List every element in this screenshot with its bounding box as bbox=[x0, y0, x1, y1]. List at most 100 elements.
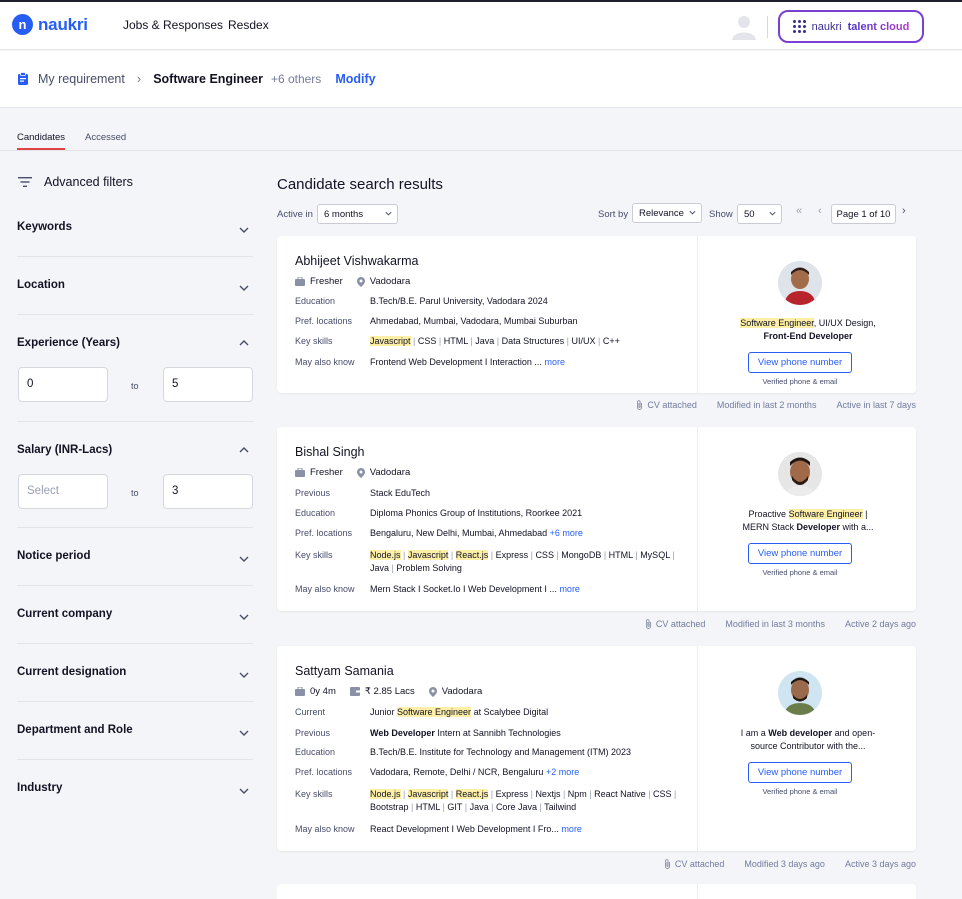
naukri-logo[interactable]: n naukri bbox=[12, 14, 88, 35]
filter-label: Keywords bbox=[17, 221, 72, 233]
candidate-name[interactable]: Bishal Singh bbox=[295, 445, 365, 459]
chevron-up-icon[interactable] bbox=[239, 338, 249, 348]
first-page-icon[interactable]: « bbox=[796, 205, 802, 217]
candidate-card-partial[interactable] bbox=[277, 884, 916, 899]
chevron-up-icon[interactable] bbox=[239, 445, 249, 455]
education-value: B.Tech/B.E. Parul University, Vadodara 2… bbox=[370, 296, 548, 306]
skill-tag: Core Java bbox=[495, 802, 537, 812]
view-phone-button[interactable]: View phone number bbox=[748, 543, 852, 564]
skill-separator: | bbox=[645, 789, 654, 799]
active-in-select[interactable]: 6 months bbox=[317, 204, 398, 224]
view-phone-button[interactable]: View phone number bbox=[748, 352, 852, 373]
modify-button[interactable]: Modify bbox=[335, 72, 375, 86]
filter-experience: Experience (Years) 0 to 5 bbox=[17, 315, 253, 422]
filter-label: Current designation bbox=[17, 666, 127, 678]
user-avatar-icon[interactable] bbox=[731, 14, 757, 40]
skill-tag: Java bbox=[469, 802, 489, 812]
next-page-icon[interactable]: › bbox=[902, 205, 906, 217]
filter-location[interactable]: Location bbox=[17, 257, 253, 315]
active-in-value: 6 months bbox=[324, 209, 364, 220]
nav-jobs-responses[interactable]: Jobs & Responses bbox=[123, 18, 223, 32]
cv-attached-label: CV attached bbox=[655, 619, 706, 629]
tab-accessed[interactable]: Accessed bbox=[85, 132, 126, 148]
filter-icon bbox=[18, 177, 32, 187]
filter-current-company[interactable]: Current company bbox=[17, 586, 253, 644]
chevron-down-icon[interactable] bbox=[239, 786, 249, 796]
talent-cloud-button[interactable]: naukri talent cloud bbox=[778, 10, 924, 43]
salary-min-select[interactable]: Select bbox=[18, 474, 108, 509]
pref-more-link[interactable]: +6 more bbox=[550, 528, 583, 538]
skill-separator: | bbox=[560, 789, 568, 799]
tab-candidates[interactable]: Candidates bbox=[17, 132, 66, 150]
skill-tag: Express bbox=[495, 550, 529, 560]
requirement-icon bbox=[18, 71, 28, 85]
candidate-card[interactable]: Abhijeet Vishwakarma Fresher Vadodara Ed… bbox=[277, 236, 916, 393]
skill-separator: | bbox=[595, 336, 603, 346]
candidate-name[interactable]: Abhijeet Vishwakarma bbox=[295, 254, 418, 268]
skill-tag: HTML bbox=[443, 336, 468, 346]
show-count-select[interactable]: 50 bbox=[737, 204, 782, 224]
filter-industry[interactable]: Industry bbox=[17, 760, 253, 818]
chevron-down-icon[interactable] bbox=[239, 283, 249, 293]
experience-min-input[interactable]: 0 bbox=[18, 367, 108, 402]
my-requirement-link[interactable]: My requirement bbox=[38, 72, 125, 86]
more-link[interactable]: more bbox=[561, 824, 582, 834]
skill-tag: HTML bbox=[415, 802, 441, 812]
chevron-down-icon[interactable] bbox=[239, 728, 249, 738]
experience-max-input[interactable]: 5 bbox=[163, 367, 253, 402]
skill-separator: | bbox=[669, 550, 675, 560]
candidate-photo[interactable] bbox=[778, 671, 822, 715]
skill-tag: Javascript bbox=[407, 789, 449, 799]
advanced-filters-title: Advanced filters bbox=[44, 175, 133, 189]
skill-tag: Express bbox=[495, 789, 529, 799]
view-phone-button[interactable]: View phone number bbox=[748, 762, 852, 783]
candidate-card[interactable]: Bishal Singh Fresher Vadodara Previous St… bbox=[277, 427, 916, 611]
salary-max-input[interactable]: 3 bbox=[163, 474, 253, 509]
nav-resdex[interactable]: Resdex bbox=[228, 18, 269, 32]
chevron-down-icon[interactable] bbox=[239, 612, 249, 622]
candidate-photo[interactable] bbox=[778, 261, 822, 305]
row-label: Pref. locations bbox=[295, 528, 353, 538]
talent-cloud-brand: talent cloud bbox=[847, 20, 910, 33]
more-link[interactable]: more bbox=[559, 584, 580, 594]
pref-more-link[interactable]: +2 more bbox=[546, 767, 579, 777]
filter-label: Notice period bbox=[17, 550, 91, 562]
show-count-value: 50 bbox=[744, 209, 755, 220]
row-label: Pref. locations bbox=[295, 767, 353, 777]
more-link[interactable]: more bbox=[544, 357, 565, 367]
key-skills-value: Node.js | Javascript | React.js | Expres… bbox=[370, 788, 680, 814]
location-pin-icon bbox=[428, 686, 437, 697]
candidate-card[interactable]: Sattyam Samania 0y 4m ₹ 2.85 Lacs Vadoda… bbox=[277, 646, 916, 851]
candidate-name[interactable]: Sattyam Samania bbox=[295, 664, 394, 678]
candidate-headline: Software Engineer, UI/UX Design, Front-En… bbox=[740, 318, 876, 341]
filter-department-role[interactable]: Department and Role bbox=[17, 702, 253, 760]
chevron-down-icon[interactable] bbox=[239, 670, 249, 680]
candidate-photo[interactable] bbox=[778, 452, 822, 496]
sort-by-select[interactable]: Relevance bbox=[632, 203, 702, 223]
row-label: Key skills bbox=[295, 550, 333, 560]
previous-value: Web Developer Intern at Sannibh Technolo… bbox=[370, 728, 561, 738]
row-label: Education bbox=[295, 747, 336, 757]
skill-tag: React.js bbox=[455, 550, 489, 560]
card-footer: CV attached Modified in last 3 months Ac… bbox=[645, 619, 916, 629]
filter-notice-period[interactable]: Notice period bbox=[17, 528, 253, 586]
advanced-filters-header: Advanced filters bbox=[18, 175, 133, 189]
requirement-title: Software Engineer bbox=[153, 71, 263, 86]
chevron-down-icon[interactable] bbox=[239, 225, 249, 235]
cv-attached-label: CV attached bbox=[647, 400, 697, 410]
current-value: Junior Software Engineer at Scalybee Dig… bbox=[370, 707, 549, 717]
skill-tag: React Native bbox=[594, 789, 646, 799]
skill-tag: React.js bbox=[455, 789, 489, 799]
briefcase-icon bbox=[295, 277, 305, 286]
filter-keywords[interactable]: Keywords bbox=[17, 207, 253, 257]
modified-label: Modified 3 days ago bbox=[744, 859, 825, 869]
range-to-label: to bbox=[131, 381, 139, 391]
filter-current-designation[interactable]: Current designation bbox=[17, 644, 253, 702]
skill-separator: | bbox=[488, 550, 496, 560]
skill-tag: Java bbox=[370, 563, 390, 573]
chevron-down-icon[interactable] bbox=[239, 554, 249, 564]
filter-label: Department and Role bbox=[17, 724, 133, 736]
experience-value: Fresher bbox=[310, 276, 343, 287]
prev-page-icon[interactable]: ‹ bbox=[818, 205, 822, 217]
filter-salary: Salary (INR-Lacs) Select to 3 bbox=[17, 422, 253, 528]
